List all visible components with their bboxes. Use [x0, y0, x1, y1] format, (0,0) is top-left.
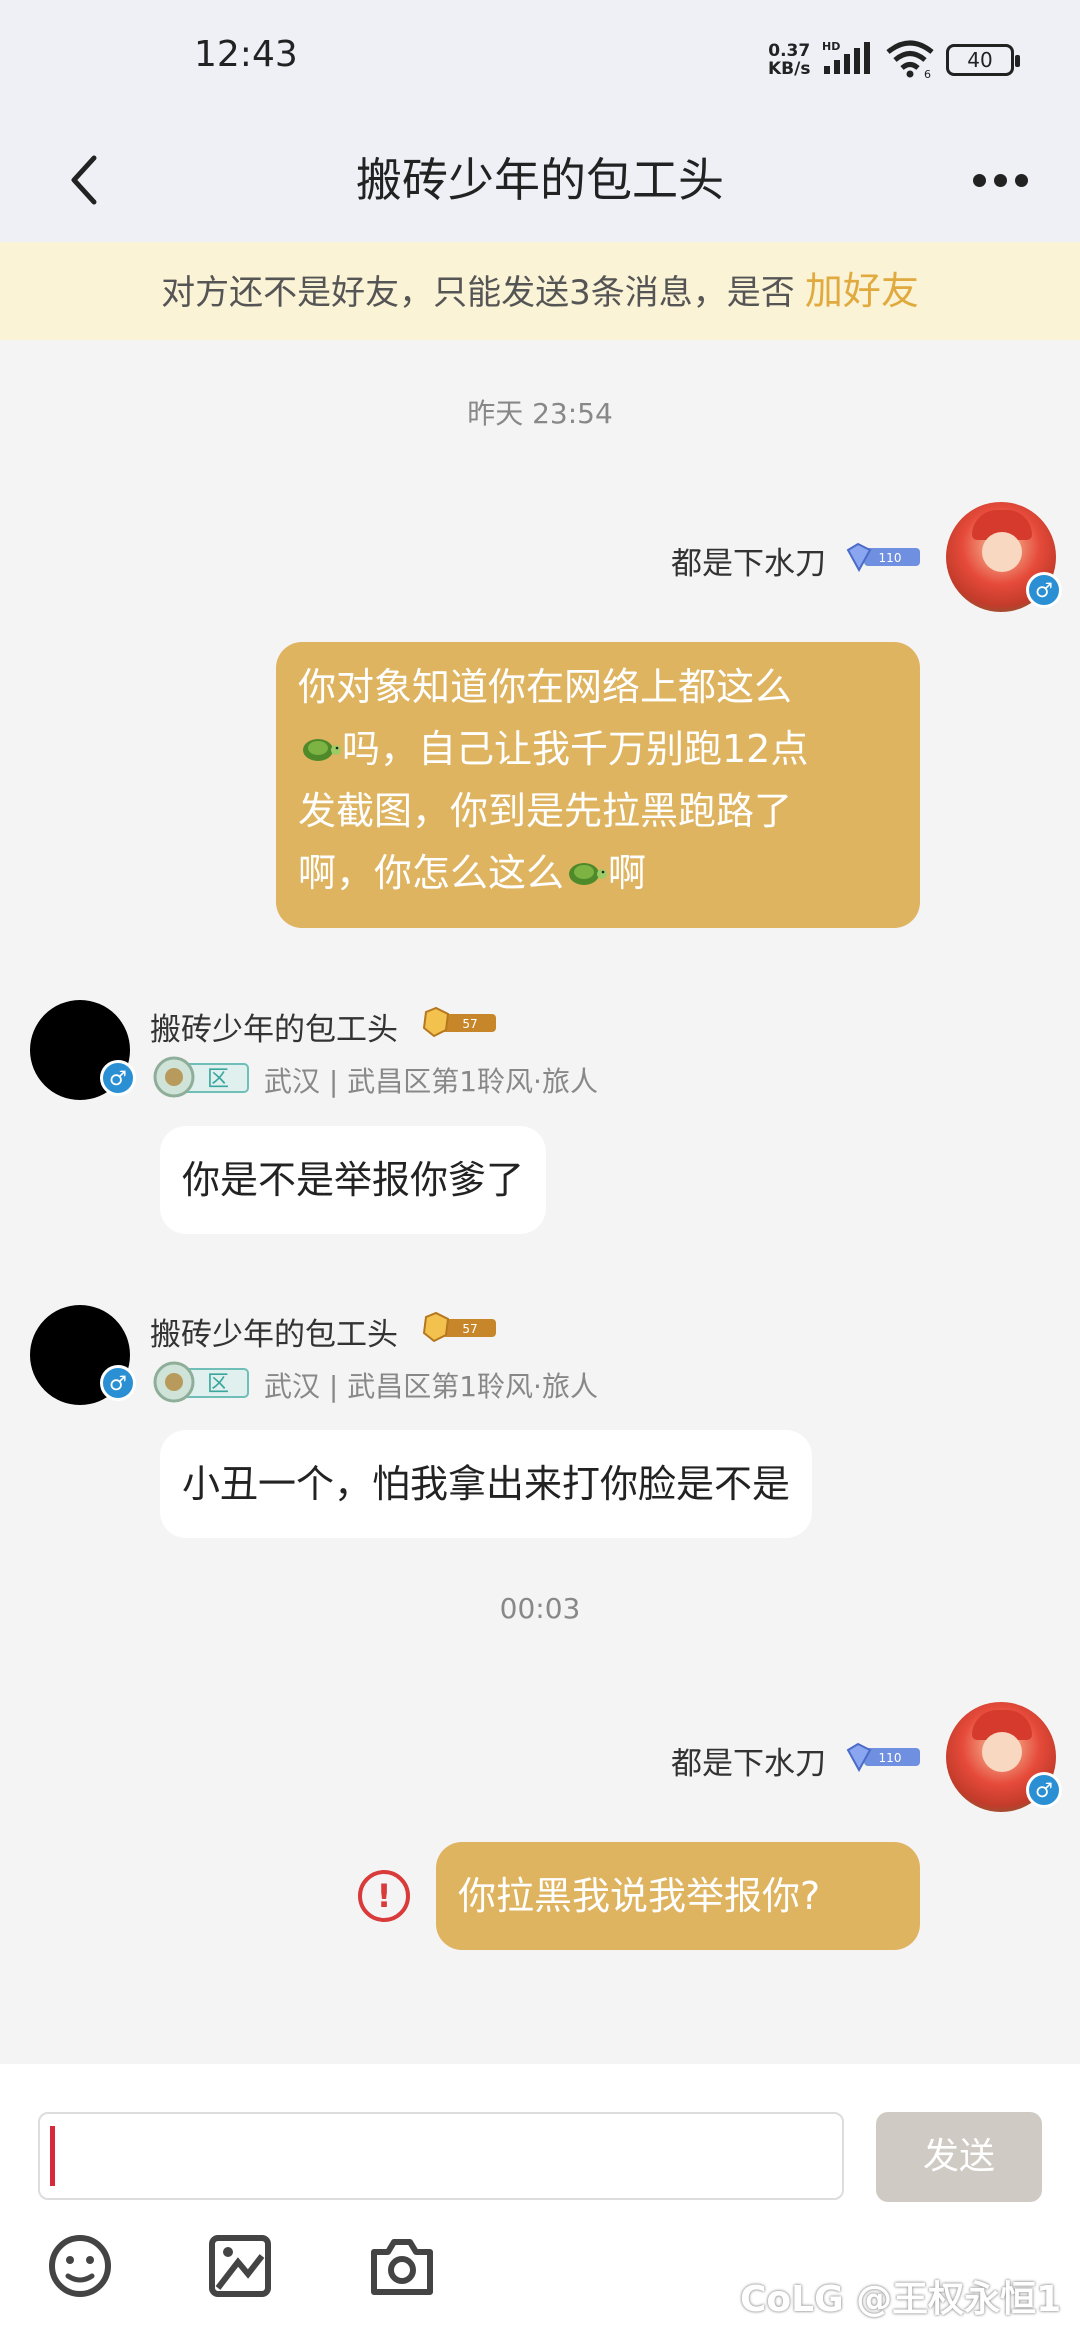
svg-text:区: 区 [207, 1067, 229, 1092]
signal-icon: HD [822, 40, 870, 74]
svg-text:HD: HD [822, 40, 840, 53]
svg-text:区: 区 [207, 1372, 229, 1397]
male-icon: ♂ [100, 1060, 136, 1096]
rank-badge: 区 [150, 1361, 250, 1403]
wifi-icon: 6 [886, 40, 934, 78]
watermark: CoLG @王权永恒1 [740, 2279, 1062, 2320]
chat-header: 搬砖少年的包工头 [0, 118, 1080, 242]
network-speed: 0.37 KB/s [768, 41, 811, 79]
dot-icon [1014, 173, 1028, 187]
send-button[interactable]: 发送 [876, 2112, 1042, 2202]
gold-level-badge-icon: 57 [422, 1311, 496, 1343]
male-icon: ♂ [1026, 1772, 1062, 1808]
avatar[interactable]: ♂ [946, 502, 1062, 612]
message-timestamp: 00:03 [499, 1592, 581, 1625]
camera-icon[interactable] [366, 2230, 438, 2302]
page-title: 搬砖少年的包工头 [356, 153, 724, 207]
status-time: 12:43 [194, 34, 298, 75]
dot-icon [972, 173, 986, 187]
rank-badge: 区 [150, 1056, 250, 1098]
dot-icon [993, 173, 1007, 187]
notice-text: 对方还不是好友，只能发送3条消息，是否 [161, 273, 795, 313]
status-bar: 12:43 0.37 KB/s HD 6 40 [0, 0, 1080, 118]
diamond-level-badge-icon: 110 [846, 542, 920, 572]
svg-text:110: 110 [879, 551, 902, 565]
message-bubble-outgoing[interactable]: 你拉黑我说我举报你? [436, 1842, 920, 1950]
svg-text:57: 57 [462, 1017, 477, 1031]
svg-text:57: 57 [462, 1322, 477, 1336]
male-icon: ♂ [1026, 572, 1062, 608]
location-text: 武汉 | 武昌区第1聆风·旅人 [264, 1065, 598, 1098]
turtle-emoji-icon [303, 739, 341, 761]
sender-name: 都是下水刀 [671, 1746, 826, 1782]
diamond-level-badge-icon: 110 [846, 1742, 920, 1772]
rank-emblem-icon: 区 [153, 1056, 249, 1098]
svg-text:110: 110 [879, 1751, 902, 1765]
add-friend-link[interactable]: 加好友 [805, 269, 919, 313]
send-failed-icon[interactable]: ! [358, 1870, 410, 1922]
chevron-left-icon [71, 155, 97, 205]
message-bubble-incoming[interactable]: 小丑一个，怕我拿出来打你脸是不是 [160, 1430, 813, 1538]
avatar[interactable]: ♂ [30, 1000, 136, 1100]
location-text: 武汉 | 武昌区第1聆风·旅人 [264, 1370, 598, 1403]
message-input[interactable] [38, 2112, 844, 2200]
male-icon: ♂ [100, 1365, 136, 1401]
message-bubble-outgoing[interactable]: 你对象知道你在网络上都这么 吗，自己让我千万别跑12点 发截图，你到是先拉黑跑路… [276, 642, 920, 928]
avatar[interactable]: ♂ [946, 1702, 1062, 1812]
image-icon[interactable] [204, 2230, 276, 2302]
battery-icon: 40 [946, 44, 1020, 76]
gold-level-badge-icon: 57 [422, 1006, 496, 1038]
emoji-icon[interactable] [44, 2230, 116, 2302]
back-button[interactable] [36, 132, 132, 228]
turtle-emoji-icon [569, 863, 608, 885]
friend-notice-banner: 对方还不是好友，只能发送3条消息，是否 加好友 [0, 242, 1080, 340]
svg-text:6: 6 [924, 68, 931, 78]
more-options-button[interactable] [944, 132, 1056, 228]
sender-name: 搬砖少年的包工头 [150, 1317, 398, 1353]
message-timestamp: 昨天 23:54 [467, 397, 613, 430]
avatar[interactable]: ♂ [30, 1305, 136, 1405]
sender-name: 都是下水刀 [671, 546, 826, 582]
sender-name: 搬砖少年的包工头 [150, 1012, 398, 1048]
rank-emblem-icon: 区 [153, 1361, 249, 1403]
text-cursor [50, 2126, 55, 2186]
message-bubble-incoming[interactable]: 你是不是举报你爹了 [160, 1126, 547, 1234]
